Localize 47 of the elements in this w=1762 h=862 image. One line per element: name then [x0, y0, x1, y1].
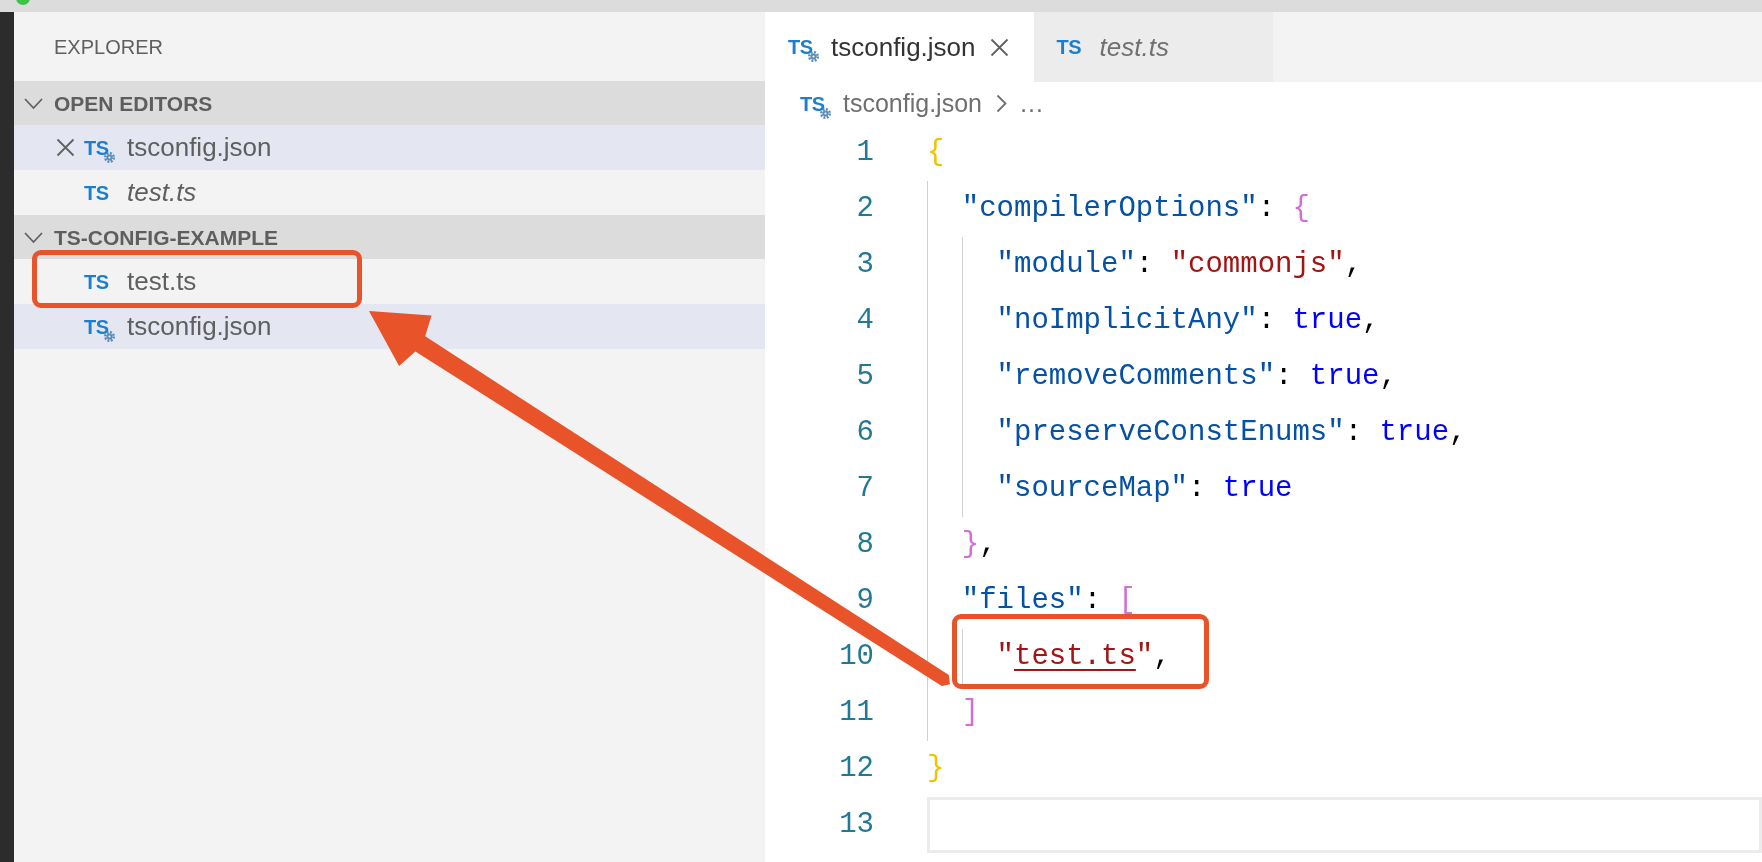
file-list-item[interactable]: TS test.ts: [14, 170, 765, 215]
section-header[interactable]: TS-CONFIG-EXAMPLE: [14, 215, 765, 259]
code-line: "module": "commonjs",: [996, 247, 1363, 284]
file-type-label: TS: [788, 37, 813, 57]
line-number: 12: [838, 751, 874, 788]
line-number: 4: [855, 303, 874, 340]
file-type-label: TS: [84, 316, 109, 337]
code-line: }: [927, 751, 945, 788]
file-type-label: TS: [800, 93, 825, 114]
line-number: 7: [855, 471, 874, 508]
section-header[interactable]: OPEN EDITORS: [14, 81, 765, 125]
line-number: 8: [855, 527, 874, 564]
file-list-item[interactable]: TS tsconfig.json: [14, 304, 765, 349]
code-line: "removeComments": true,: [996, 359, 1397, 396]
code-line: ]: [961, 695, 980, 732]
code-line: "test.ts",: [996, 639, 1171, 676]
file-list-item[interactable]: TS tsconfig.json: [14, 125, 765, 170]
line-number: 6: [855, 415, 874, 452]
line-number: 10: [838, 639, 874, 676]
file-link[interactable]: test.ts: [1014, 640, 1136, 674]
line-number: 2: [855, 191, 874, 228]
code-line: {: [927, 135, 945, 172]
close-button[interactable]: [56, 138, 75, 157]
breadcrumb-item[interactable]: …: [1018, 84, 1044, 123]
file-type-label: TS: [1056, 37, 1082, 57]
code-line: "preserveConstEnums": true,: [996, 415, 1467, 452]
code-line: "sourceMap": true: [996, 471, 1293, 508]
line-number: 3: [855, 247, 874, 284]
close-button[interactable]: [989, 37, 1009, 57]
editor-tab[interactable]: TS tsconfig.json: [765, 12, 1034, 82]
code-line: "files": [: [961, 583, 1136, 620]
code-line: "compilerOptions": {: [961, 191, 1310, 228]
code-line: "noImplicitAny": true,: [996, 303, 1380, 340]
breadcrumb-item[interactable]: tsconfig.json: [843, 84, 982, 123]
explorer-title: EXPLORER: [54, 34, 163, 60]
line-number: 1: [855, 135, 874, 172]
file-type-label: TS: [84, 137, 109, 158]
line-number: 9: [855, 583, 874, 620]
editor-tab[interactable]: TS test.ts: [1033, 12, 1273, 82]
code-line: },: [961, 527, 997, 564]
file-list-item[interactable]: TS test.ts: [14, 259, 765, 304]
file-type-label: TS: [84, 271, 109, 292]
line-number: 11: [838, 695, 874, 732]
chevron-right-icon: [995, 94, 1007, 113]
line-number: 13: [838, 807, 874, 844]
file-type-label: TS: [84, 182, 109, 203]
line-number: 5: [855, 359, 874, 396]
